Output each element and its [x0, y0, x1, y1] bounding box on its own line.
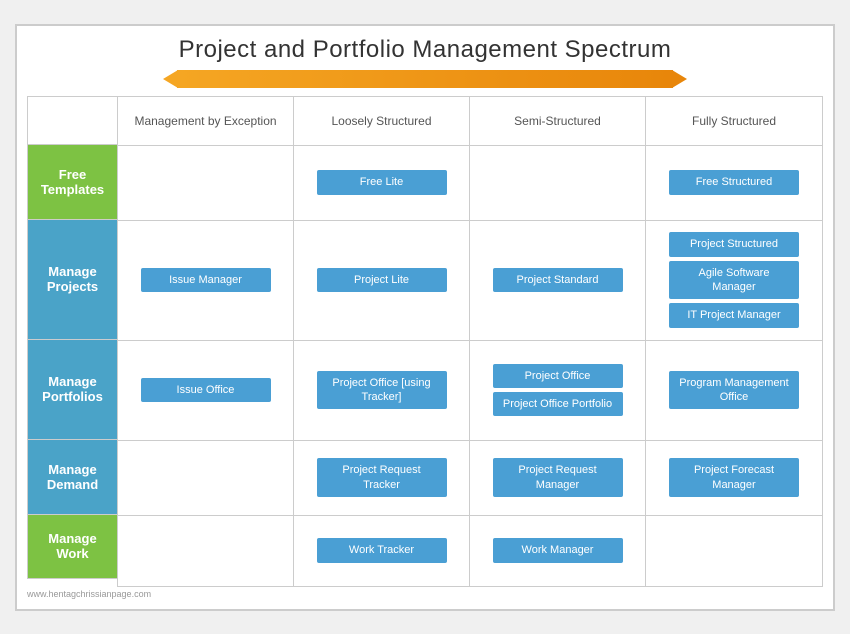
header-col2: Loosely Structured: [294, 97, 470, 145]
btn-3-1-0[interactable]: Project Request Tracker: [317, 458, 447, 497]
main-grid: Management by Exception Loosely Structur…: [117, 96, 823, 587]
btn-1-2-0[interactable]: Project Standard: [493, 268, 623, 292]
cell-4-2: Work Manager: [470, 516, 646, 586]
btn-2-0-0[interactable]: Issue Office: [141, 378, 271, 402]
header-col4: Fully Structured: [646, 97, 822, 145]
btn-0-1-0[interactable]: Free Lite: [317, 170, 447, 194]
cell-4-0: [118, 516, 294, 586]
row-label-4: Manage Work: [27, 514, 117, 579]
btn-4-2-0[interactable]: Work Manager: [493, 538, 623, 562]
btn-3-3-0[interactable]: Project Forecast Manager: [669, 458, 799, 497]
cell-1-1: Project Lite: [294, 221, 470, 340]
data-row-1: Issue Manager Project Lite Project Standar…: [118, 221, 822, 341]
row-label-3: Manage Demand: [27, 439, 117, 514]
cell-3-1: Project Request Tracker: [294, 441, 470, 515]
cell-3-0: [118, 441, 294, 515]
btn-1-3-0[interactable]: Project Structured: [669, 232, 799, 256]
cell-1-2: Project Standard: [470, 221, 646, 340]
btn-1-3-2[interactable]: IT Project Manager: [669, 303, 799, 327]
arrow-container: [27, 70, 823, 88]
btn-1-3-1[interactable]: Agile Software Manager: [669, 261, 799, 300]
btn-4-1-0[interactable]: Work Tracker: [317, 538, 447, 562]
row-label-2: Manage Portfolios: [27, 339, 117, 439]
row-labels: Free TemplatesManage ProjectsManage Port…: [27, 96, 117, 587]
cell-0-0: [118, 146, 294, 220]
data-row-0: Free Lite Free Structured: [118, 146, 822, 221]
cell-2-2: Project Office Project Office Portfolio: [470, 341, 646, 440]
data-row-4: Work Tracker Work Manager: [118, 516, 822, 586]
btn-1-0-0[interactable]: Issue Manager: [141, 268, 271, 292]
cell-1-3: Project Structured Agile Software Manager…: [646, 221, 822, 340]
cell-3-2: Project Request Manager: [470, 441, 646, 515]
btn-2-2-1[interactable]: Project Office Portfolio: [493, 392, 623, 416]
btn-2-3-0[interactable]: Program Management Office: [669, 371, 799, 410]
main-container: Project and Portfolio Management Spectru…: [15, 24, 835, 611]
row-label-0: Free Templates: [27, 144, 117, 219]
cell-1-0: Issue Manager: [118, 221, 294, 340]
cell-2-1: Project Office [using Tracker]: [294, 341, 470, 440]
row-label-1: Manage Projects: [27, 219, 117, 339]
btn-1-1-0[interactable]: Project Lite: [317, 268, 447, 292]
cell-4-3: [646, 516, 822, 586]
data-row-2: Issue Office Project Office [using Tracke…: [118, 341, 822, 441]
cell-2-3: Program Management Office: [646, 341, 822, 440]
cell-4-1: Work Tracker: [294, 516, 470, 586]
cell-0-1: Free Lite: [294, 146, 470, 220]
header-col1: Management by Exception: [118, 97, 294, 145]
data-row-3: Project Request Tracker Project Request M…: [118, 441, 822, 516]
cell-0-3: Free Structured: [646, 146, 822, 220]
btn-3-2-0[interactable]: Project Request Manager: [493, 458, 623, 497]
label-spacer: [27, 96, 117, 144]
btn-2-2-0[interactable]: Project Office: [493, 364, 623, 388]
cell-0-2: [470, 146, 646, 220]
header-row: Management by Exception Loosely Structur…: [118, 97, 822, 146]
btn-0-3-0[interactable]: Free Structured: [669, 170, 799, 194]
grid-wrapper: Free TemplatesManage ProjectsManage Port…: [27, 96, 823, 587]
page-title: Project and Portfolio Management Spectru…: [27, 36, 823, 64]
header-col3: Semi-Structured: [470, 97, 646, 145]
cell-3-3: Project Forecast Manager: [646, 441, 822, 515]
spectrum-arrow: [177, 70, 673, 88]
watermark: www.hentagchrissianpage.com: [27, 589, 823, 599]
btn-2-1-0[interactable]: Project Office [using Tracker]: [317, 371, 447, 410]
cell-2-0: Issue Office: [118, 341, 294, 440]
